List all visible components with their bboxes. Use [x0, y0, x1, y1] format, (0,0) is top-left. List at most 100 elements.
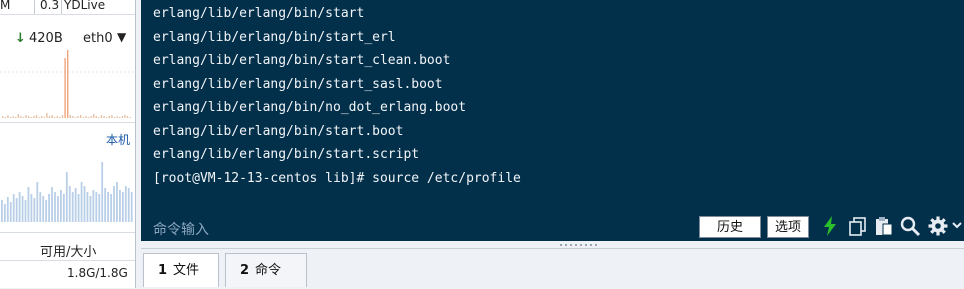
system-monitor-panel: M 0.3 YDLive ↓ 420B eth0 ▼ 本机 可用/大小 1.8G…	[0, 0, 136, 288]
traffic-bar	[106, 117, 108, 118]
latency-bar	[86, 192, 89, 222]
latency-bar	[21, 196, 24, 222]
traffic-bar	[33, 116, 35, 118]
traffic-bar	[30, 117, 32, 118]
traffic-bar	[67, 50, 69, 118]
latency-bar	[121, 192, 124, 222]
bolt-icon[interactable]	[819, 215, 841, 237]
traffic-bar	[85, 116, 87, 118]
divider	[0, 232, 135, 233]
latency-bar	[116, 182, 118, 222]
traffic-bar	[51, 115, 53, 118]
traffic-bar	[43, 117, 45, 118]
options-button[interactable]: 选项	[767, 216, 809, 238]
latency-bar	[130, 192, 133, 222]
divider	[61, 0, 62, 14]
cpu-cell: 0.3	[40, 0, 60, 12]
process-cell: YDLive	[64, 0, 106, 12]
terminal-line: erlang/lib/erlang/bin/start_sasl.boot	[153, 76, 443, 92]
traffic-bar	[4, 117, 6, 118]
interface-select[interactable]: eth0	[83, 31, 113, 46]
traffic-bar	[61, 115, 64, 118]
terminal-output[interactable]: erlang/lib/erlang/bin/start erlang/lib/e…	[153, 2, 521, 190]
terminal-line: erlang/lib/erlang/bin/no_dot_erlang.boot	[153, 100, 467, 115]
latency-bar	[33, 198, 36, 222]
traffic-bar	[87, 117, 90, 118]
latency-bar	[95, 192, 98, 222]
latency-bar	[127, 188, 130, 222]
traffic-bar	[93, 114, 95, 118]
latency-bar	[80, 182, 83, 222]
terminal-line: erlang/lib/erlang/bin/start.script	[153, 147, 420, 162]
traffic-bar	[124, 115, 126, 118]
traffic-bar	[74, 117, 77, 118]
memory-cell: M	[0, 0, 11, 12]
traffic-bar	[111, 115, 113, 118]
traffic-bar	[80, 115, 82, 118]
traffic-bar	[108, 116, 110, 118]
latency-bar	[110, 194, 112, 222]
traffic-bar	[35, 115, 38, 118]
divider	[0, 14, 135, 15]
latency-bar	[98, 194, 101, 222]
tab-label: 文件	[173, 263, 200, 278]
caret-down-icon[interactable]: ▼	[117, 30, 126, 44]
chevron-down-icon[interactable]	[951, 215, 963, 237]
traffic-bar	[17, 114, 19, 118]
latency-bar	[24, 200, 27, 222]
network-traffic-chart	[0, 50, 134, 118]
traffic-bar	[90, 116, 92, 118]
latency-bar	[27, 187, 30, 222]
traffic-bar	[25, 115, 27, 118]
traffic-bar	[100, 115, 103, 118]
traffic-bar	[59, 117, 61, 118]
latency-bar	[45, 200, 48, 222]
traffic-bar	[7, 115, 9, 118]
latency-bar	[9, 202, 12, 222]
traffic-bar	[46, 113, 48, 118]
copy-icon[interactable]	[847, 215, 869, 237]
search-icon[interactable]	[899, 215, 921, 237]
terminal-prompt-line: [root@VM-12-13-centos lib]# source /etc/…	[153, 170, 521, 186]
disk-column-header: 可用/大小	[40, 245, 97, 260]
tab-commands[interactable]: 2 命令	[225, 253, 307, 287]
down-arrow-icon: ↓	[15, 31, 26, 46]
latency-bar	[54, 192, 56, 222]
splitter-handle[interactable]	[560, 243, 600, 247]
tab-label: 命令	[255, 263, 282, 278]
latency-bar	[83, 186, 86, 222]
latency-bar	[124, 186, 127, 222]
traffic-bar	[15, 117, 17, 118]
traffic-bar	[113, 117, 116, 118]
divider	[0, 122, 135, 123]
latency-bar	[89, 196, 92, 222]
divider	[0, 260, 135, 261]
traffic-bar	[41, 116, 43, 118]
bottom-tab-bar: 1 文件 2 命令	[141, 248, 964, 289]
network-speed: 420B	[29, 31, 63, 46]
latency-bar	[48, 194, 50, 222]
latency-bar	[119, 190, 121, 222]
traffic-bar	[22, 117, 25, 118]
latency-bar	[3, 204, 6, 222]
divider	[34, 0, 35, 14]
tab-files[interactable]: 1 文件	[143, 253, 219, 287]
tab-number: 1	[158, 263, 168, 278]
gear-icon[interactable]	[927, 215, 949, 237]
latency-bar	[12, 194, 15, 222]
latency-bar	[36, 182, 39, 222]
latency-bar	[113, 186, 115, 222]
disk-usage-value: 1.8G/1.8G	[67, 266, 128, 280]
traffic-bar	[77, 116, 79, 118]
traffic-bar	[95, 116, 97, 118]
latency-bar	[65, 172, 68, 222]
terminal-line: erlang/lib/erlang/bin/start_erl	[153, 29, 396, 45]
command-input[interactable]: 命令输入	[153, 219, 209, 239]
history-button[interactable]: 历史	[699, 216, 761, 238]
latency-bar	[6, 197, 9, 222]
latency-bar	[68, 186, 71, 222]
paste-icon[interactable]	[873, 215, 895, 237]
terminal-panel[interactable]: erlang/lib/erlang/bin/start erlang/lib/e…	[141, 0, 964, 241]
latency-bar	[104, 188, 107, 222]
traffic-bar	[103, 116, 105, 118]
